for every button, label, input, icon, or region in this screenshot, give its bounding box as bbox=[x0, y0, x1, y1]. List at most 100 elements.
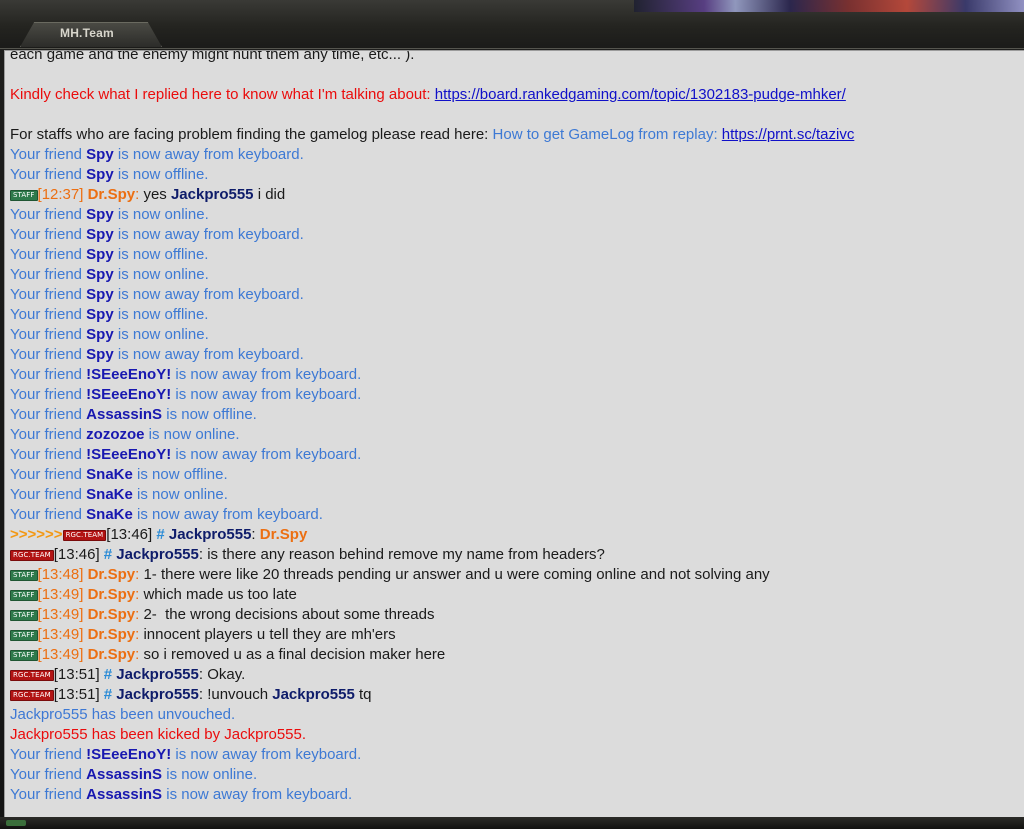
message-text: yes bbox=[139, 186, 171, 203]
friend-status: is now away from keyboard. bbox=[162, 786, 353, 803]
friend-prefix: Your friend bbox=[10, 446, 87, 463]
user-name[interactable]: Dr.Spy bbox=[88, 646, 136, 663]
friend-name[interactable]: Spy bbox=[86, 166, 114, 183]
whisper-line: >>>>>> RGC.TEAM [13:46] # Jackpro555: Dr.S… bbox=[10, 525, 1022, 545]
timestamp: [13:51] bbox=[53, 666, 100, 683]
system-message: Jackpro555 has been unvouched. bbox=[10, 706, 236, 723]
rgc-team-badge: RGC.TEAM bbox=[10, 670, 54, 681]
friend-name[interactable]: Spy bbox=[86, 226, 114, 243]
chat-line: STAFF [13:49] Dr.Spy: so i removed u as a… bbox=[10, 645, 1022, 665]
user-name[interactable]: Jackpro555 bbox=[116, 546, 199, 563]
resize-grip-icon[interactable] bbox=[6, 820, 26, 826]
staff-badge: STAFF bbox=[10, 650, 38, 661]
user-name[interactable]: Dr.Spy bbox=[260, 526, 308, 543]
user-name[interactable]: Jackpro555 bbox=[169, 526, 252, 543]
chat-line: each game and the enemy might hunt them … bbox=[10, 50, 1022, 65]
user-name[interactable]: Dr.Spy bbox=[88, 606, 136, 623]
user-name[interactable]: Jackpro555 bbox=[171, 186, 254, 203]
friend-status: is now away from keyboard. bbox=[171, 386, 362, 403]
user-name[interactable]: Jackpro555 bbox=[116, 666, 199, 683]
friend-status: is now away from keyboard. bbox=[113, 146, 304, 163]
friend-status-line: Your friend Spy is now away from keyboar… bbox=[10, 345, 1022, 365]
friend-status-line: Your friend !SEeeEnoY! is now away from … bbox=[10, 365, 1022, 385]
client-frame: MH.Team each game and the enemy might hu… bbox=[0, 0, 1024, 829]
friend-prefix: Your friend bbox=[10, 246, 87, 263]
friend-prefix: Your friend bbox=[10, 146, 87, 163]
message-text: Kindly check what I replied here to know… bbox=[10, 86, 435, 103]
chat-line: Kindly check what I replied here to know… bbox=[10, 85, 1022, 105]
friend-prefix: Your friend bbox=[10, 166, 87, 183]
screenshot-link[interactable]: https://prnt.sc/tazivc bbox=[722, 126, 855, 143]
friend-name[interactable]: Spy bbox=[86, 146, 114, 163]
friend-name[interactable]: Spy bbox=[86, 346, 114, 363]
friend-status-line: Your friend Spy is now online. bbox=[10, 265, 1022, 285]
message-text: is there any reason behind remove my nam… bbox=[203, 546, 605, 563]
message-text: Okay. bbox=[203, 666, 246, 683]
friend-status-line: Your friend Spy is now offline. bbox=[10, 245, 1022, 265]
friend-prefix: Your friend bbox=[10, 486, 87, 503]
separator: : bbox=[251, 526, 256, 543]
user-name[interactable]: Dr.Spy bbox=[88, 566, 136, 583]
friend-status-line: Your friend AssassinS is now online. bbox=[10, 765, 1022, 785]
friend-status: is now away from keyboard. bbox=[132, 506, 323, 523]
friend-status: is now offline. bbox=[113, 166, 209, 183]
friend-name[interactable]: !SEeeEnoY! bbox=[86, 386, 171, 403]
friend-status: is now away from keyboard. bbox=[171, 446, 362, 463]
hash-mark: # bbox=[103, 666, 113, 683]
staff-badge: STAFF bbox=[10, 570, 38, 581]
forum-link[interactable]: https://board.rankedgaming.com/topic/130… bbox=[435, 86, 846, 103]
title-bar: MH.Team bbox=[0, 0, 1024, 49]
friend-name[interactable]: Spy bbox=[86, 246, 114, 263]
timestamp: [13:49] bbox=[37, 626, 84, 643]
whisper-arrows: >>>>>> bbox=[10, 526, 63, 543]
user-name[interactable]: Dr.Spy bbox=[88, 586, 136, 603]
friend-prefix: Your friend bbox=[10, 306, 87, 323]
friend-prefix: Your friend bbox=[10, 266, 87, 283]
user-name[interactable]: Jackpro555 bbox=[116, 686, 199, 703]
chat-panel[interactable]: each game and the enemy might hunt them … bbox=[4, 50, 1024, 817]
friend-name[interactable]: Spy bbox=[86, 286, 114, 303]
chat-line: RGC.TEAM [13:46] # Jackpro555: is there a… bbox=[10, 545, 1022, 565]
friend-name[interactable]: SnaKe bbox=[86, 506, 133, 523]
friend-name[interactable]: SnaKe bbox=[86, 466, 133, 483]
friend-status: is now away from keyboard. bbox=[113, 286, 304, 303]
friend-prefix: Your friend bbox=[10, 366, 87, 383]
chat-line: RGC.TEAM [13:51] # Jackpro555: Okay. bbox=[10, 665, 1022, 685]
friend-status: is now offline. bbox=[132, 466, 228, 483]
timestamp: [13:49] bbox=[37, 586, 84, 603]
friend-status: is now away from keyboard. bbox=[171, 366, 362, 383]
friend-name[interactable]: SnaKe bbox=[86, 486, 133, 503]
friend-name[interactable]: Spy bbox=[86, 306, 114, 323]
friend-name[interactable]: AssassinS bbox=[86, 406, 162, 423]
message-text: 2- the wrong decisions about some thread… bbox=[139, 606, 435, 623]
staff-badge: STAFF bbox=[10, 190, 38, 201]
friend-name[interactable]: !SEeeEnoY! bbox=[86, 366, 171, 383]
rgc-team-badge: RGC.TEAM bbox=[10, 690, 54, 701]
friend-name[interactable]: Spy bbox=[86, 266, 114, 283]
friend-status: is now online. bbox=[162, 766, 258, 783]
friend-name[interactable]: !SEeeEnoY! bbox=[86, 746, 171, 763]
friend-name[interactable]: !SEeeEnoY! bbox=[86, 446, 171, 463]
user-name[interactable]: Jackpro555 bbox=[272, 686, 355, 703]
message-text: 1- there were like 20 threads pending ur… bbox=[139, 566, 770, 583]
banner-artwork bbox=[634, 0, 1024, 12]
friend-status-line: Your friend SnaKe is now offline. bbox=[10, 465, 1022, 485]
message-text: !unvouch bbox=[203, 686, 273, 703]
friend-name[interactable]: Spy bbox=[86, 206, 114, 223]
staff-badge: STAFF bbox=[10, 610, 38, 621]
chat-line: STAFF [12:37] Dr.Spy: yes Jackpro555 i di… bbox=[10, 185, 1022, 205]
friend-status-line: Your friend AssassinS is now offline. bbox=[10, 405, 1022, 425]
chat-line: STAFF [13:48] Dr.Spy: 1- there were like … bbox=[10, 565, 1022, 585]
friend-prefix: Your friend bbox=[10, 786, 87, 803]
message-text: each game and the enemy might hunt them … bbox=[10, 50, 415, 63]
friend-name[interactable]: zozozoe bbox=[86, 426, 144, 443]
chat-line: RGC.TEAM [13:51] # Jackpro555: !unvouch J… bbox=[10, 685, 1022, 705]
friend-status-line: Your friend Spy is now online. bbox=[10, 205, 1022, 225]
bottom-border bbox=[0, 817, 1024, 829]
friend-status-line: Your friend AssassinS is now away from k… bbox=[10, 785, 1022, 805]
friend-name[interactable]: Spy bbox=[86, 326, 114, 343]
friend-name[interactable]: AssassinS bbox=[86, 786, 162, 803]
user-name[interactable]: Dr.Spy bbox=[88, 186, 136, 203]
friend-name[interactable]: AssassinS bbox=[86, 766, 162, 783]
user-name[interactable]: Dr.Spy bbox=[88, 626, 136, 643]
